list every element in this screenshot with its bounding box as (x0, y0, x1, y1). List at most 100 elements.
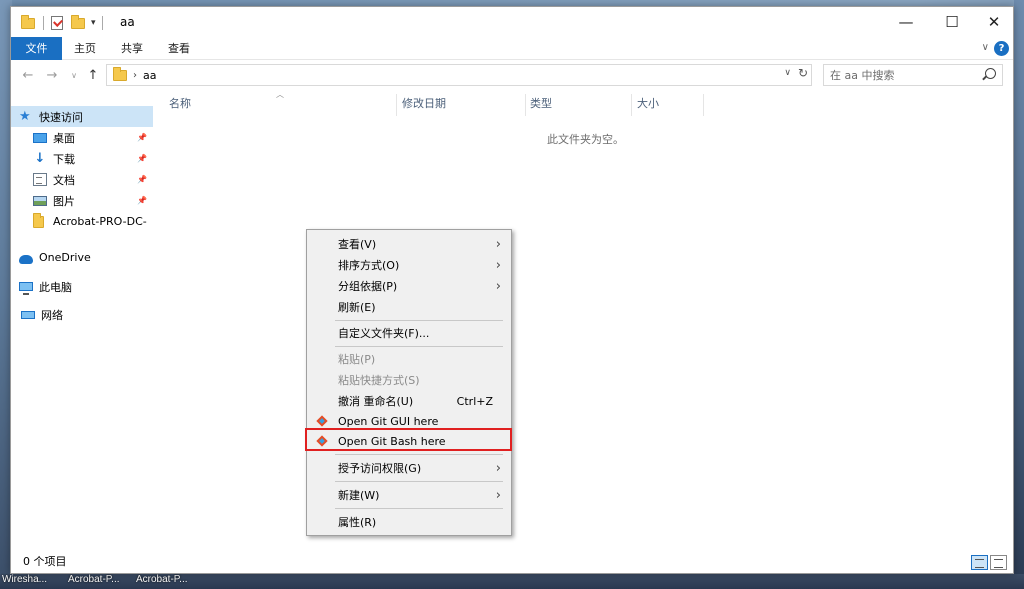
this-pc-icon (19, 282, 33, 295)
menu-item-refresh[interactable]: 刷新(E) (307, 297, 511, 318)
sidebar-item-quick-access[interactable]: ★ 快速访问 (11, 106, 153, 127)
context-menu: 查看(V) › 排序方式(O) › 分组依据(P) › 刷新(E) 自定义文件夹… (306, 229, 512, 536)
refresh-icon[interactable]: ↻ (798, 66, 808, 80)
maximize-button[interactable]: ☐ (929, 7, 975, 37)
menu-separator (335, 346, 503, 347)
menu-item-view[interactable]: 查看(V) › (307, 234, 511, 255)
search-input[interactable] (830, 68, 980, 82)
tab-home[interactable]: 主页 (62, 37, 108, 60)
sidebar-item-documents[interactable]: 文档 📌 (11, 169, 153, 190)
search-box[interactable] (823, 64, 1003, 86)
breadcrumb-item[interactable]: aa (143, 69, 156, 82)
new-folder-icon[interactable] (71, 14, 85, 29)
navigation-bar: ← → ∨ ↑ › aa ∨ ↻ (11, 63, 1013, 88)
toolbar-separator (101, 16, 103, 30)
sidebar-item-label: OneDrive (39, 251, 91, 264)
column-divider[interactable] (703, 94, 704, 116)
tab-share[interactable]: 共享 (109, 37, 155, 60)
onedrive-icon (19, 254, 33, 264)
menu-item-paste: 粘贴(P) (307, 349, 511, 370)
menu-item-properties[interactable]: 属性(R) (307, 512, 511, 533)
column-header-date-modified[interactable]: 修改日期 (402, 94, 446, 114)
status-item-count: 0 个项目 (23, 555, 67, 568)
sidebar-item-label: Acrobat-PRO-DC- (53, 215, 147, 228)
pin-icon[interactable]: 📌 (137, 175, 147, 184)
pin-icon[interactable]: 📌 (137, 133, 147, 142)
column-divider[interactable] (525, 94, 526, 116)
sidebar-item-this-pc[interactable]: 此电脑 (11, 276, 153, 297)
sidebar-item-acrobat-folder[interactable]: Acrobat-PRO-DC- (11, 211, 153, 232)
download-icon: ↓ (34, 150, 46, 166)
close-button[interactable]: ✕ (971, 7, 1017, 37)
empty-folder-message: 此文件夹为空。 (547, 133, 624, 146)
help-icon[interactable]: ? (994, 41, 1009, 56)
sidebar-item-label: 网络 (41, 308, 63, 322)
menu-item-label: 撤消 重命名(U) (338, 395, 414, 408)
sidebar-item-label: 下载 (53, 152, 75, 166)
breadcrumb-chevron-icon[interactable]: › (133, 70, 137, 81)
folder-icon (113, 66, 127, 81)
properties-icon[interactable] (51, 16, 63, 30)
desktop-icon (33, 132, 47, 143)
column-header-name[interactable]: 名称 (169, 94, 191, 114)
forward-button[interactable]: → (43, 65, 61, 85)
chevron-right-icon: › (495, 237, 501, 252)
menu-item-label: 粘贴快捷方式(S) (338, 374, 420, 387)
menu-item-label: 分组依据(P) (338, 280, 398, 293)
customize-toolbar-icon[interactable]: ▾ (91, 18, 96, 28)
column-divider[interactable] (396, 94, 397, 116)
tab-file[interactable]: 文件 (11, 37, 62, 60)
menu-item-give-access[interactable]: 授予访问权限(G) › (307, 458, 511, 479)
menu-item-label: 查看(V) (338, 238, 377, 251)
star-icon: ★ (19, 108, 31, 124)
details-view-icon[interactable] (971, 555, 988, 570)
minimize-button[interactable]: — (883, 7, 929, 37)
menu-item-undo-rename[interactable]: 撤消 重命名(U) Ctrl+Z (307, 391, 511, 412)
large-icons-view-icon[interactable] (990, 555, 1007, 570)
menu-item-label: 自定义文件夹(F)... (338, 327, 430, 340)
desktop-background-right (1014, 0, 1024, 589)
address-bar[interactable]: › aa ∨ ↻ (106, 64, 812, 86)
menu-separator (335, 320, 503, 321)
menu-item-customize-folder[interactable]: 自定义文件夹(F)... (307, 323, 511, 344)
pictures-icon (33, 195, 47, 206)
column-header-type[interactable]: 类型 (530, 94, 552, 114)
annotation-highlight-box (305, 428, 512, 451)
taskbar-item[interactable]: Wiresha... (2, 574, 47, 585)
column-divider[interactable] (631, 94, 632, 116)
recent-locations-button[interactable]: ∨ (65, 65, 83, 85)
menu-item-group-by[interactable]: 分组依据(P) › (307, 276, 511, 297)
tab-view[interactable]: 查看 (156, 37, 202, 60)
menu-separator (335, 481, 503, 482)
menu-item-label: 粘贴(P) (338, 353, 376, 366)
chevron-right-icon: › (495, 279, 501, 294)
git-icon (317, 416, 327, 426)
menu-item-sort-by[interactable]: 排序方式(O) › (307, 255, 511, 276)
sidebar-item-label: 桌面 (53, 131, 75, 145)
search-icon[interactable] (985, 68, 996, 79)
taskbar-item[interactable]: Acrobat-P... (136, 574, 188, 585)
menu-item-new[interactable]: 新建(W) › (307, 485, 511, 506)
back-button[interactable]: ← (19, 65, 37, 85)
pin-icon[interactable]: 📌 (137, 196, 147, 205)
chevron-right-icon: › (495, 461, 501, 476)
column-header-size[interactable]: 大小 (637, 94, 659, 114)
expand-ribbon-icon[interactable]: ∨ (982, 42, 989, 53)
sidebar-item-label: 快速访问 (39, 110, 83, 124)
menu-item-paste-shortcut: 粘贴快捷方式(S) (307, 370, 511, 391)
sidebar-item-label: 文档 (53, 173, 75, 187)
pin-icon[interactable]: 📌 (137, 154, 147, 163)
sidebar-item-pictures[interactable]: 图片 📌 (11, 190, 153, 211)
sidebar-item-onedrive[interactable]: OneDrive (11, 247, 153, 268)
sidebar-item-downloads[interactable]: ↓ 下载 📌 (11, 148, 153, 169)
menu-item-label: 授予访问权限(G) (338, 462, 422, 475)
sidebar-item-desktop[interactable]: 桌面 📌 (11, 127, 153, 148)
sidebar-item-label: 图片 (53, 194, 75, 208)
menu-item-shortcut: Ctrl+Z (456, 395, 493, 408)
address-dropdown-icon[interactable]: ∨ (784, 68, 791, 78)
sort-ascending-icon: ︿ (276, 90, 284, 99)
sidebar-item-network[interactable]: 网络 (11, 304, 153, 325)
taskbar-item[interactable]: Acrobat-P... (68, 574, 120, 585)
menu-separator (335, 508, 503, 509)
up-button[interactable]: ↑ (84, 65, 102, 85)
